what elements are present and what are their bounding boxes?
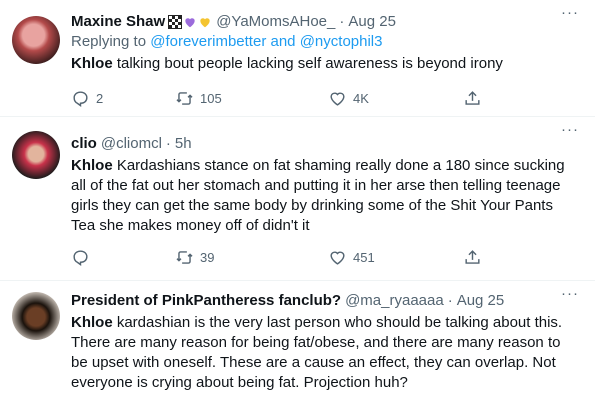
- handle[interactable]: @ma_ryaaaaa: [345, 291, 444, 311]
- separator: ·: [447, 292, 453, 309]
- retweet-icon: [176, 92, 193, 105]
- replying-to: Replying to @foreverimbetter and @nyctop…: [71, 32, 581, 52]
- replying-and: and: [270, 33, 296, 50]
- like-count: 4K: [353, 91, 369, 106]
- share-icon: [465, 250, 480, 264]
- purple-heart-icon: [185, 18, 195, 28]
- timestamp[interactable]: 5h: [175, 134, 192, 154]
- tweet-header: President of PinkPantheress fanclub? @ma…: [71, 291, 581, 311]
- flag-icon: [168, 15, 183, 29]
- tweet-text-bold: Khloe: [71, 314, 113, 331]
- avatar[interactable]: [12, 292, 60, 340]
- retweet-button[interactable]: 105: [175, 89, 328, 108]
- display-name[interactable]: President of PinkPantheress fanclub?: [71, 291, 341, 311]
- share-button[interactable]: [463, 89, 482, 108]
- tweet-text-body: talking bout people lacking self awarene…: [112, 55, 503, 72]
- tweet-text: Khloe kardashian is the very last person…: [71, 313, 581, 393]
- mention-link[interactable]: @nyctophil3: [300, 33, 383, 50]
- reply-button[interactable]: [71, 248, 175, 267]
- tweet-text-body: Kardashians stance on fat shaming really…: [71, 157, 565, 234]
- handle[interactable]: @YaMomsAHoe_: [216, 12, 335, 32]
- display-name[interactable]: Maxine Shaw: [71, 12, 165, 32]
- share-button[interactable]: [463, 248, 482, 267]
- timestamp[interactable]: Aug 25: [457, 291, 505, 311]
- retweet-count: 105: [200, 91, 222, 106]
- like-count: 451: [353, 250, 375, 265]
- reply-count: 2: [96, 91, 104, 106]
- reply-icon: [73, 250, 88, 267]
- retweet-icon: [176, 251, 193, 264]
- like-icon: [330, 92, 345, 106]
- tweet-header: Maxine Shaw @YaMomsAHoe_ · Aug 25: [71, 12, 581, 32]
- reply-icon: [73, 91, 88, 108]
- timestamp[interactable]: Aug 25: [348, 12, 396, 32]
- tweet-1[interactable]: ··· Maxine Shaw @YaMomsAHoe_ · Aug 25 Re…: [0, 0, 595, 117]
- yellow-heart-icon: [200, 18, 210, 28]
- tweet-text-bold: Khloe: [71, 55, 113, 72]
- separator: ·: [165, 135, 171, 152]
- avatar[interactable]: [12, 131, 60, 179]
- like-button[interactable]: 4K: [328, 89, 463, 108]
- avatar[interactable]: [12, 16, 60, 64]
- retweet-button[interactable]: 39: [175, 248, 328, 267]
- tweet-text: Khloe Kardashians stance on fat shaming …: [71, 156, 581, 236]
- tweet-text-bold: Khloe: [71, 157, 113, 174]
- reply-button[interactable]: 2: [71, 89, 175, 108]
- tweet-2[interactable]: ··· clio @cliomcl · 5h Khloe Kardashians…: [0, 117, 595, 281]
- name-emojis: [168, 15, 212, 29]
- tweet-actions: 39 451: [71, 248, 482, 267]
- handle[interactable]: @cliomcl: [101, 134, 162, 154]
- display-name[interactable]: clio: [71, 134, 97, 154]
- tweet-text: Khloe talking bout people lacking self a…: [71, 54, 581, 74]
- mention-link[interactable]: @foreverimbetter: [150, 33, 266, 50]
- separator: ·: [339, 13, 345, 30]
- tweet-actions: 2 105 4K: [71, 89, 482, 108]
- tweet-header: clio @cliomcl · 5h: [71, 134, 581, 154]
- like-icon: [330, 251, 345, 265]
- retweet-count: 39: [200, 250, 215, 265]
- like-button[interactable]: 451: [328, 248, 463, 267]
- share-icon: [465, 91, 480, 105]
- tweet-text-body: kardashian is the very last person who s…: [71, 314, 563, 391]
- replying-label: Replying to: [71, 33, 147, 50]
- tweet-3[interactable]: ··· President of PinkPantheress fanclub?…: [0, 281, 595, 403]
